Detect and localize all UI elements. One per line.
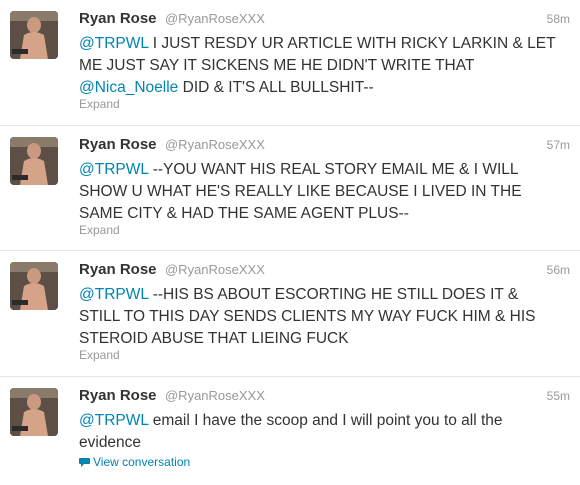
tweet[interactable]: Ryan Rose @RyanRoseXXX 55m @TRPWL email … (0, 377, 580, 485)
mention-link[interactable]: @TRPWL (79, 286, 148, 303)
mention-link[interactable]: @TRPWL (79, 35, 148, 52)
timestamp[interactable]: 56m (547, 263, 570, 277)
view-conversation-link[interactable]: View conversation (79, 455, 190, 469)
mention-link[interactable]: @TRPWL (79, 161, 148, 178)
timestamp[interactable]: 57m (547, 138, 570, 152)
tweet[interactable]: Ryan Rose @RyanRoseXXX 56m @TRPWL --HIS … (0, 251, 580, 377)
tweet-header: Ryan Rose @RyanRoseXXX 57m (79, 136, 570, 156)
tweet-body: DID & IT'S ALL BULLSHIT-- (178, 79, 374, 96)
avatar[interactable] (10, 11, 58, 59)
mention-link[interactable]: @TRPWL (79, 412, 148, 429)
timestamp[interactable]: 58m (547, 12, 570, 26)
tweet-timeline: Ryan Rose @RyanRoseXXX 58m @TRPWL I JUST… (0, 0, 580, 485)
tweet-header: Ryan Rose @RyanRoseXXX 56m (79, 261, 570, 281)
tweet-text: @TRPWL --YOU WANT HIS REAL STORY EMAIL M… (79, 159, 560, 225)
tweet-header: Ryan Rose @RyanRoseXXX 55m (79, 387, 570, 407)
user-handle[interactable]: @RyanRoseXXX (165, 137, 265, 152)
tweet-text: @TRPWL email I have the scoop and I will… (79, 410, 560, 454)
tweet[interactable]: Ryan Rose @RyanRoseXXX 58m @TRPWL I JUST… (0, 0, 580, 126)
user-name[interactable]: Ryan Rose (79, 10, 157, 27)
user-name[interactable]: Ryan Rose (79, 261, 157, 278)
user-name[interactable]: Ryan Rose (79, 387, 157, 404)
tweet[interactable]: Ryan Rose @RyanRoseXXX 57m @TRPWL --YOU … (0, 126, 580, 251)
user-handle[interactable]: @RyanRoseXXX (165, 11, 265, 26)
user-handle[interactable]: @RyanRoseXXX (165, 388, 265, 403)
tweet-text: @TRPWL I JUST RESDY UR ARTICLE WITH RICK… (79, 33, 560, 99)
avatar[interactable] (10, 262, 58, 310)
avatar[interactable] (10, 137, 58, 185)
tweet-header: Ryan Rose @RyanRoseXXX 58m (79, 10, 570, 30)
view-conversation-label[interactable]: View conversation (93, 455, 190, 469)
timestamp[interactable]: 55m (547, 389, 570, 403)
tweet-body: --HIS BS ABOUT ESCORTING HE STILL DOES I… (79, 286, 536, 347)
tweet-body: I JUST RESDY UR ARTICLE WITH RICKY LARKI… (79, 35, 556, 74)
user-handle[interactable]: @RyanRoseXXX (165, 262, 265, 277)
speech-bubble-icon (79, 456, 90, 467)
expand-link[interactable]: Expand (79, 223, 120, 237)
mention-link[interactable]: @Nica_Noelle (79, 79, 178, 96)
user-name[interactable]: Ryan Rose (79, 136, 157, 153)
tweet-text: @TRPWL --HIS BS ABOUT ESCORTING HE STILL… (79, 284, 560, 350)
expand-link[interactable]: Expand (79, 348, 120, 362)
expand-link[interactable]: Expand (79, 97, 120, 111)
avatar[interactable] (10, 388, 58, 436)
